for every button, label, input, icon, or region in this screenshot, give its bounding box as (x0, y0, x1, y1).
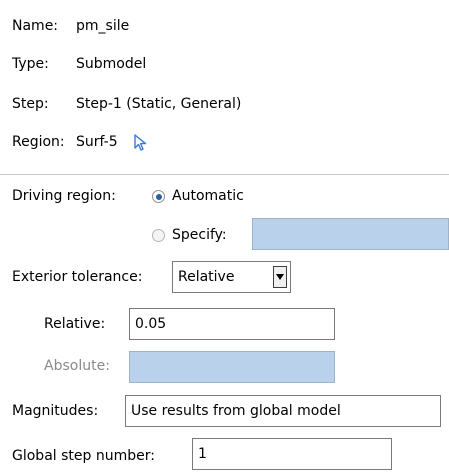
type-value: Submodel (76, 56, 147, 72)
magnitudes-field[interactable]: Use results from global model (125, 395, 441, 427)
exterior-tolerance-value: Relative (178, 269, 235, 285)
relative-label: Relative: (44, 316, 106, 332)
exterior-tolerance-select[interactable]: Relative (172, 261, 291, 293)
region-value: Surf-5 (76, 134, 118, 150)
relative-input[interactable]: 0.05 (129, 308, 335, 340)
radio-automatic[interactable] (152, 190, 165, 203)
global-step-input[interactable]: 1 (192, 438, 392, 470)
section-divider (0, 174, 449, 176)
step-label: Step: (12, 96, 49, 112)
global-step-label: Global step number: (12, 448, 155, 464)
type-label: Type: (12, 56, 49, 72)
dropdown-arrow-icon[interactable] (273, 266, 287, 288)
absolute-input[interactable] (129, 351, 335, 383)
cursor-arrow-icon[interactable] (133, 133, 149, 153)
name-value: pm_sile (76, 18, 130, 34)
name-label: Name: (12, 18, 59, 34)
radio-specify-label[interactable]: Specify: (172, 226, 227, 244)
driving-region-label: Driving region: (12, 188, 116, 204)
region-label: Region: (12, 134, 65, 150)
absolute-label: Absolute: (44, 358, 110, 374)
exterior-tolerance-label: Exterior tolerance: (12, 269, 143, 285)
specify-region-field[interactable] (252, 218, 449, 250)
radio-automatic-label[interactable]: Automatic (172, 187, 244, 205)
magnitudes-label: Magnitudes: (12, 403, 99, 419)
step-value: Step-1 (Static, General) (76, 96, 242, 112)
radio-specify[interactable] (152, 229, 165, 242)
